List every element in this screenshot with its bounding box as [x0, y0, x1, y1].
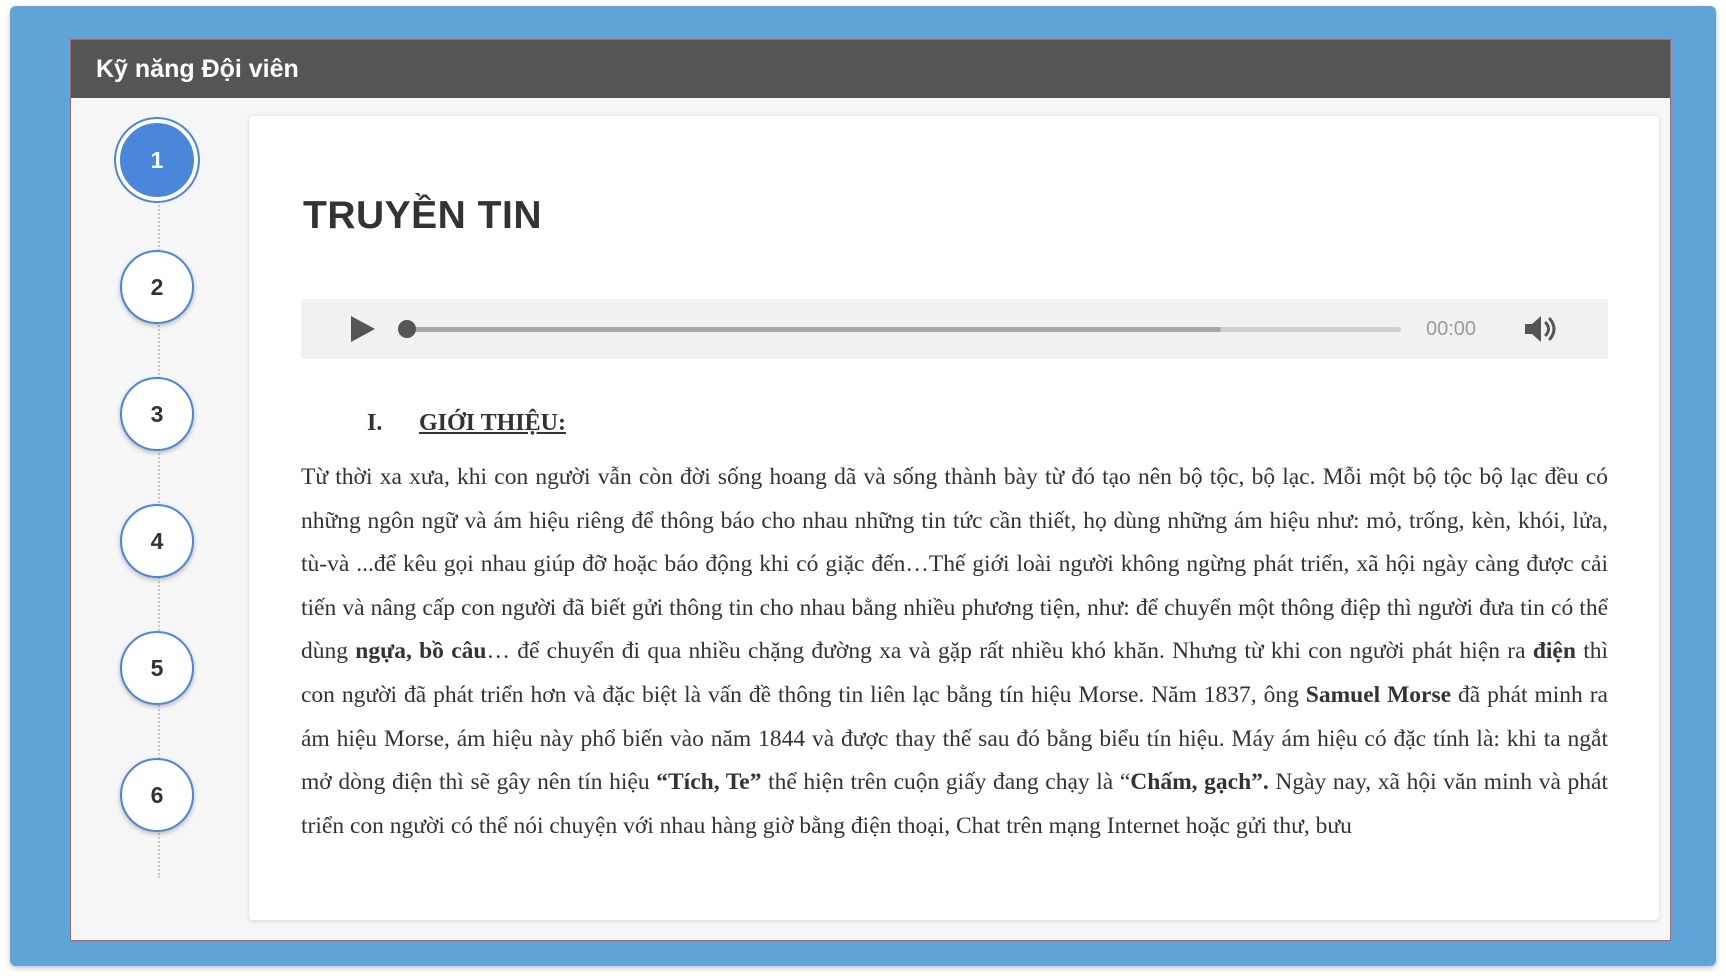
paragraph-bold-run: “Tích, Te”: [656, 769, 762, 796]
paragraph-bold-run: ngựa, bồ câu: [355, 638, 487, 665]
paragraph-run: … để chuyển đi qua nhiều chặng đường xa …: [486, 638, 1533, 665]
audio-seek-handle[interactable]: [398, 320, 416, 338]
paragraph-bold-run: Chấm, gạch”.: [1130, 769, 1269, 796]
step-1-button[interactable]: 1: [120, 123, 194, 197]
lesson-window: Kỹ năng Đội viên 1 2 3 4 5 6 TRUYỀN TIN …: [70, 39, 1671, 941]
audio-player: 00:00: [301, 299, 1608, 359]
intro-paragraph: Từ thời xa xưa, khi con người vẫn còn đờ…: [301, 456, 1608, 848]
section-label: GIỚI THIỆU:: [419, 410, 566, 436]
step-3-button[interactable]: 3: [120, 377, 194, 451]
step-navigator: 1 2 3 4 5 6: [71, 98, 241, 940]
step-4-button[interactable]: 4: [120, 504, 194, 578]
step-2-button[interactable]: 2: [120, 250, 194, 324]
outer-frame: Kỹ năng Đội viên 1 2 3 4 5 6 TRUYỀN TIN …: [10, 6, 1716, 966]
play-icon[interactable]: [351, 316, 375, 342]
paragraph-bold-run: Samuel Morse: [1305, 681, 1452, 708]
paragraph-run: thể hiện trên cuộn giấy đang chạy là “: [761, 769, 1131, 796]
paragraph-bold-run: điện: [1532, 638, 1576, 665]
step-5-button[interactable]: 5: [120, 631, 194, 705]
audio-seek-bar[interactable]: [401, 327, 1401, 332]
volume-icon[interactable]: [1521, 313, 1565, 345]
section-heading: I. GIỚI THIỆU:: [367, 410, 566, 437]
page-title: TRUYỀN TIN: [303, 194, 542, 237]
paragraph-run: Từ thời xa xưa, khi con người vẫn còn đờ…: [301, 464, 1608, 665]
section-number: I.: [367, 410, 383, 436]
step-6-button[interactable]: 6: [120, 758, 194, 832]
audio-time: 00:00: [1426, 318, 1477, 340]
audio-buffered-bar: [401, 327, 1221, 332]
lesson-content: TRUYỀN TIN 00:00 I. GIỚI THIỆU: Từ thời x…: [249, 116, 1659, 920]
window-title: Kỹ năng Đội viên: [71, 40, 1670, 98]
